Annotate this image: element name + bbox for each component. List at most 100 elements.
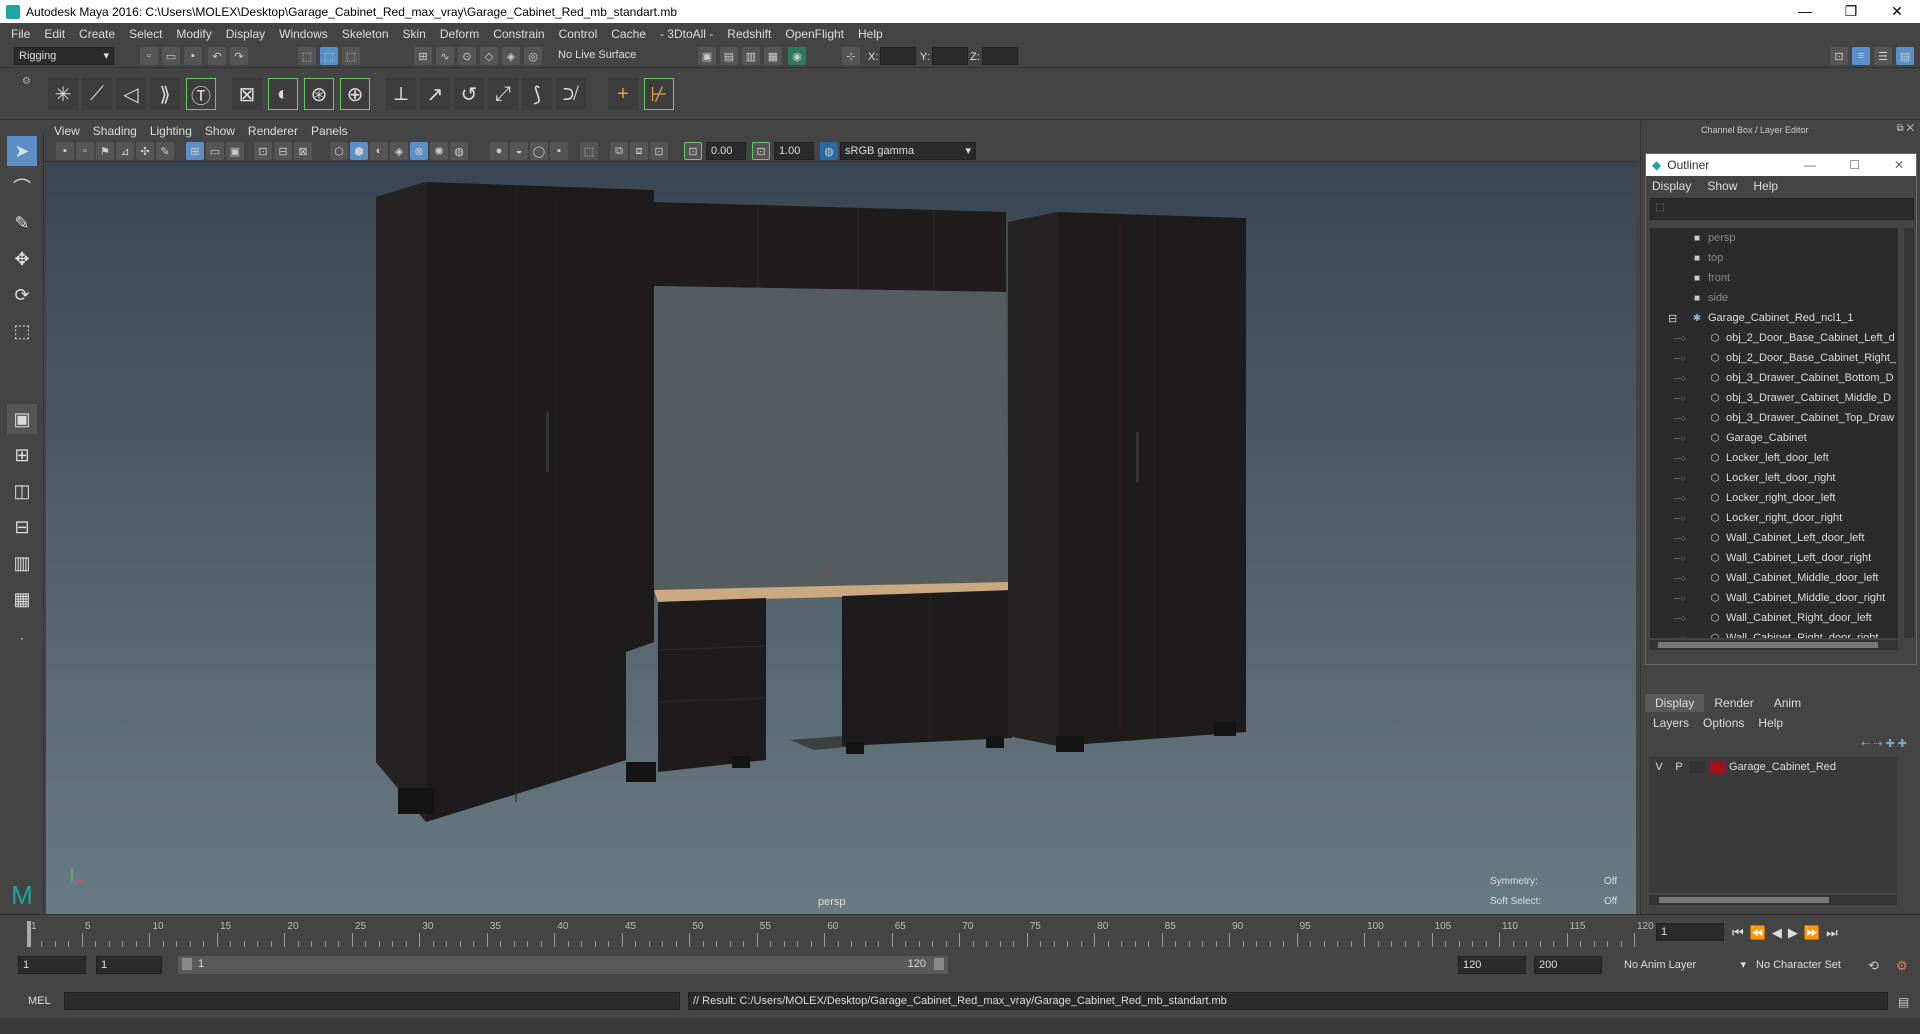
select-component-icon[interactable]: ⬚: [342, 47, 360, 65]
resolution-gate-icon[interactable]: ▣: [226, 142, 244, 160]
script-language-toggle[interactable]: MEL: [28, 995, 51, 1007]
undo-icon[interactable]: ↶: [208, 47, 226, 65]
grease-pencil-icon[interactable]: ✎: [156, 142, 174, 160]
menu-help[interactable]: Help: [851, 27, 890, 41]
x-field[interactable]: [880, 47, 916, 65]
two-d-pan-icon[interactable]: ✣: [136, 142, 154, 160]
outliner-item[interactable]: ─○ ⬡ Locker_right_door_right: [1650, 508, 1898, 528]
menu-select[interactable]: Select: [122, 27, 169, 41]
script-editor-icon[interactable]: ▤: [1898, 995, 1909, 1009]
shelf-options-icon[interactable]: ⚙: [22, 76, 32, 112]
orient-joint-icon[interactable]: Ⓣ: [186, 78, 216, 110]
outliner-item[interactable]: ─○ ⬡ obj_3_Drawer_Cabinet_Top_Draw: [1650, 408, 1898, 428]
two-pane-side-layout-icon[interactable]: ◫: [7, 476, 37, 506]
color-management-icon[interactable]: ◍: [820, 142, 838, 160]
ik-handle-icon[interactable]: ⟋: [82, 78, 112, 110]
menu-control[interactable]: Control: [552, 27, 605, 41]
grid-toggle-icon[interactable]: ⊞: [186, 142, 204, 160]
select-tool-icon[interactable]: ➤: [7, 136, 37, 166]
outliner-hscrollbar[interactable]: [1650, 640, 1898, 650]
anim-layer-dropdown[interactable]: No Anim Layer ▾: [1624, 956, 1748, 974]
character-set-dropdown[interactable]: No Character Set: [1756, 956, 1874, 974]
transform-mode-icon[interactable]: ⊹: [842, 47, 860, 65]
outliner-item[interactable]: ─○ ⬡ Wall_Cabinet_Left_door_right: [1650, 548, 1898, 568]
hypershade-icon[interactable]: ◉: [788, 47, 806, 65]
camera-select-icon[interactable]: ▪: [56, 142, 74, 160]
menu-edit[interactable]: Edit: [37, 27, 72, 41]
menu-constrain[interactable]: Constrain: [486, 27, 551, 41]
smooth-bind-icon[interactable]: ⊠: [232, 78, 262, 110]
current-frame-field[interactable]: 1: [1656, 923, 1724, 941]
single-pane-layout-icon[interactable]: ▣: [7, 404, 37, 434]
outliner-item[interactable]: ■ front: [1650, 268, 1898, 288]
attribute-editor-icon[interactable]: ≡: [1852, 47, 1870, 65]
camera-attributes-icon[interactable]: ▫: [76, 142, 94, 160]
range-slider[interactable]: 1 120: [178, 956, 948, 974]
menu-openflight[interactable]: OpenFlight: [778, 27, 851, 41]
collapse-icon[interactable]: ⊟: [1668, 312, 1677, 325]
ik-fk-switch-icon[interactable]: ⊬: [644, 78, 674, 110]
viewport2-icon[interactable]: ⊡: [650, 142, 668, 160]
snap-point-icon[interactable]: ⊙: [458, 47, 476, 65]
ambient-occlusion-icon[interactable]: ●: [490, 142, 508, 160]
modeling-toolkit-icon[interactable]: ⊡: [1830, 47, 1848, 65]
outliner-item[interactable]: ─○ ⬡ obj_3_Drawer_Cabinet_Middle_D: [1650, 388, 1898, 408]
joint-tool-icon[interactable]: ✳: [48, 78, 78, 110]
range-start-handle[interactable]: [182, 958, 192, 970]
layer-name[interactable]: Garage_Cabinet_Red: [1729, 761, 1836, 773]
locator-icon[interactable]: +: [608, 78, 638, 110]
hud-toggle-icon[interactable]: ⧉: [610, 142, 628, 160]
outliner-layout-icon[interactable]: ▥: [7, 548, 37, 578]
colorspace-dropdown[interactable]: sRGB gamma ▾: [840, 142, 976, 160]
layer-tab-render[interactable]: Render: [1704, 694, 1763, 712]
menu-deform[interactable]: Deform: [433, 27, 486, 41]
y-field[interactable]: [932, 47, 968, 65]
image-plane-icon[interactable]: ⊿: [116, 142, 134, 160]
outliner-item[interactable]: ─○ ⬡ Wall_Cabinet_Left_door_left: [1650, 528, 1898, 548]
animation-end-field[interactable]: 200: [1534, 956, 1602, 974]
menu-windows[interactable]: Windows: [272, 27, 335, 41]
shadows-icon[interactable]: ◍: [450, 142, 468, 160]
snap-center-icon[interactable]: ◎: [524, 47, 542, 65]
perspective-viewport[interactable]: persp Symmetry: Off Soft Select: Off: [46, 162, 1636, 914]
layer-action-icons[interactable]: ⇠ ⇢ ✚ ✚: [1645, 733, 1917, 753]
wireframe-icon[interactable]: ⬡: [330, 142, 348, 160]
gate-mask-icon[interactable]: ⊡: [254, 142, 272, 160]
outliner-maximize-button[interactable]: ☐: [1849, 158, 1860, 172]
layer-hscroll-thumb[interactable]: [1659, 897, 1829, 903]
menu-redshift[interactable]: Redshift: [720, 27, 778, 41]
layer-hscrollbar[interactable]: [1649, 895, 1897, 905]
snap-curve-icon[interactable]: ∿: [436, 47, 454, 65]
outliner-search-field[interactable]: ⬚: [1650, 198, 1914, 220]
rotate-tool-icon[interactable]: ⟳: [7, 280, 37, 310]
z-field[interactable]: [982, 47, 1018, 65]
menu-modify[interactable]: Modify: [169, 27, 218, 41]
layer-menu-options[interactable]: Options: [1703, 716, 1744, 730]
isolate-select-icon[interactable]: ⬚: [580, 142, 598, 160]
lasso-tool-icon[interactable]: ⌒: [7, 172, 37, 202]
outliner-item[interactable]: ─○ ⬡ Locker_right_door_left: [1650, 488, 1898, 508]
command-input[interactable]: [64, 992, 680, 1010]
outliner-item[interactable]: ■ persp: [1650, 228, 1898, 248]
xray-icon[interactable]: ⊗: [410, 142, 428, 160]
preferences-icon[interactable]: ⚙: [1896, 958, 1908, 974]
outliner-item[interactable]: ─○ ⬡ Garage_Cabinet: [1650, 428, 1898, 448]
time-ruler[interactable]: 1 5 10 15 20 25 30 35 40 45 50 55 60 65 70 75 80 85 90 95 10…: [24, 921, 1654, 947]
outliner-item[interactable]: ─○ ⬡ Wall_Cabinet_Middle_door_left: [1650, 568, 1898, 588]
outliner-item[interactable]: ─○ ⬡ obj_2_Door_Base_Cabinet_Left_d: [1650, 328, 1898, 348]
snap-view-icon[interactable]: ◇: [480, 47, 498, 65]
viewport-menu-show[interactable]: Show: [205, 124, 244, 138]
exposure-field[interactable]: 0.00: [706, 142, 746, 160]
layer-playback-toggle[interactable]: P: [1669, 761, 1689, 773]
layer-menu-layers[interactable]: Layers: [1653, 716, 1689, 730]
gamma-icon[interactable]: ⊡: [752, 142, 770, 160]
outliner-item[interactable]: ⊟ ✱ Garage_Cabinet_Red_ncl1_1: [1650, 308, 1898, 328]
rigid-bind-icon[interactable]: ◐: [268, 78, 298, 110]
outliner-menu-show[interactable]: Show: [1707, 179, 1737, 193]
outliner-hscroll-thumb[interactable]: [1658, 642, 1878, 648]
tool-settings-icon[interactable]: ☰: [1874, 47, 1892, 65]
field-chart-icon[interactable]: ⊟: [274, 142, 292, 160]
current-time-indicator[interactable]: [27, 921, 31, 947]
four-pane-layout-icon[interactable]: ⊞: [7, 440, 37, 470]
render-view-icon[interactable]: ▣: [698, 47, 716, 65]
